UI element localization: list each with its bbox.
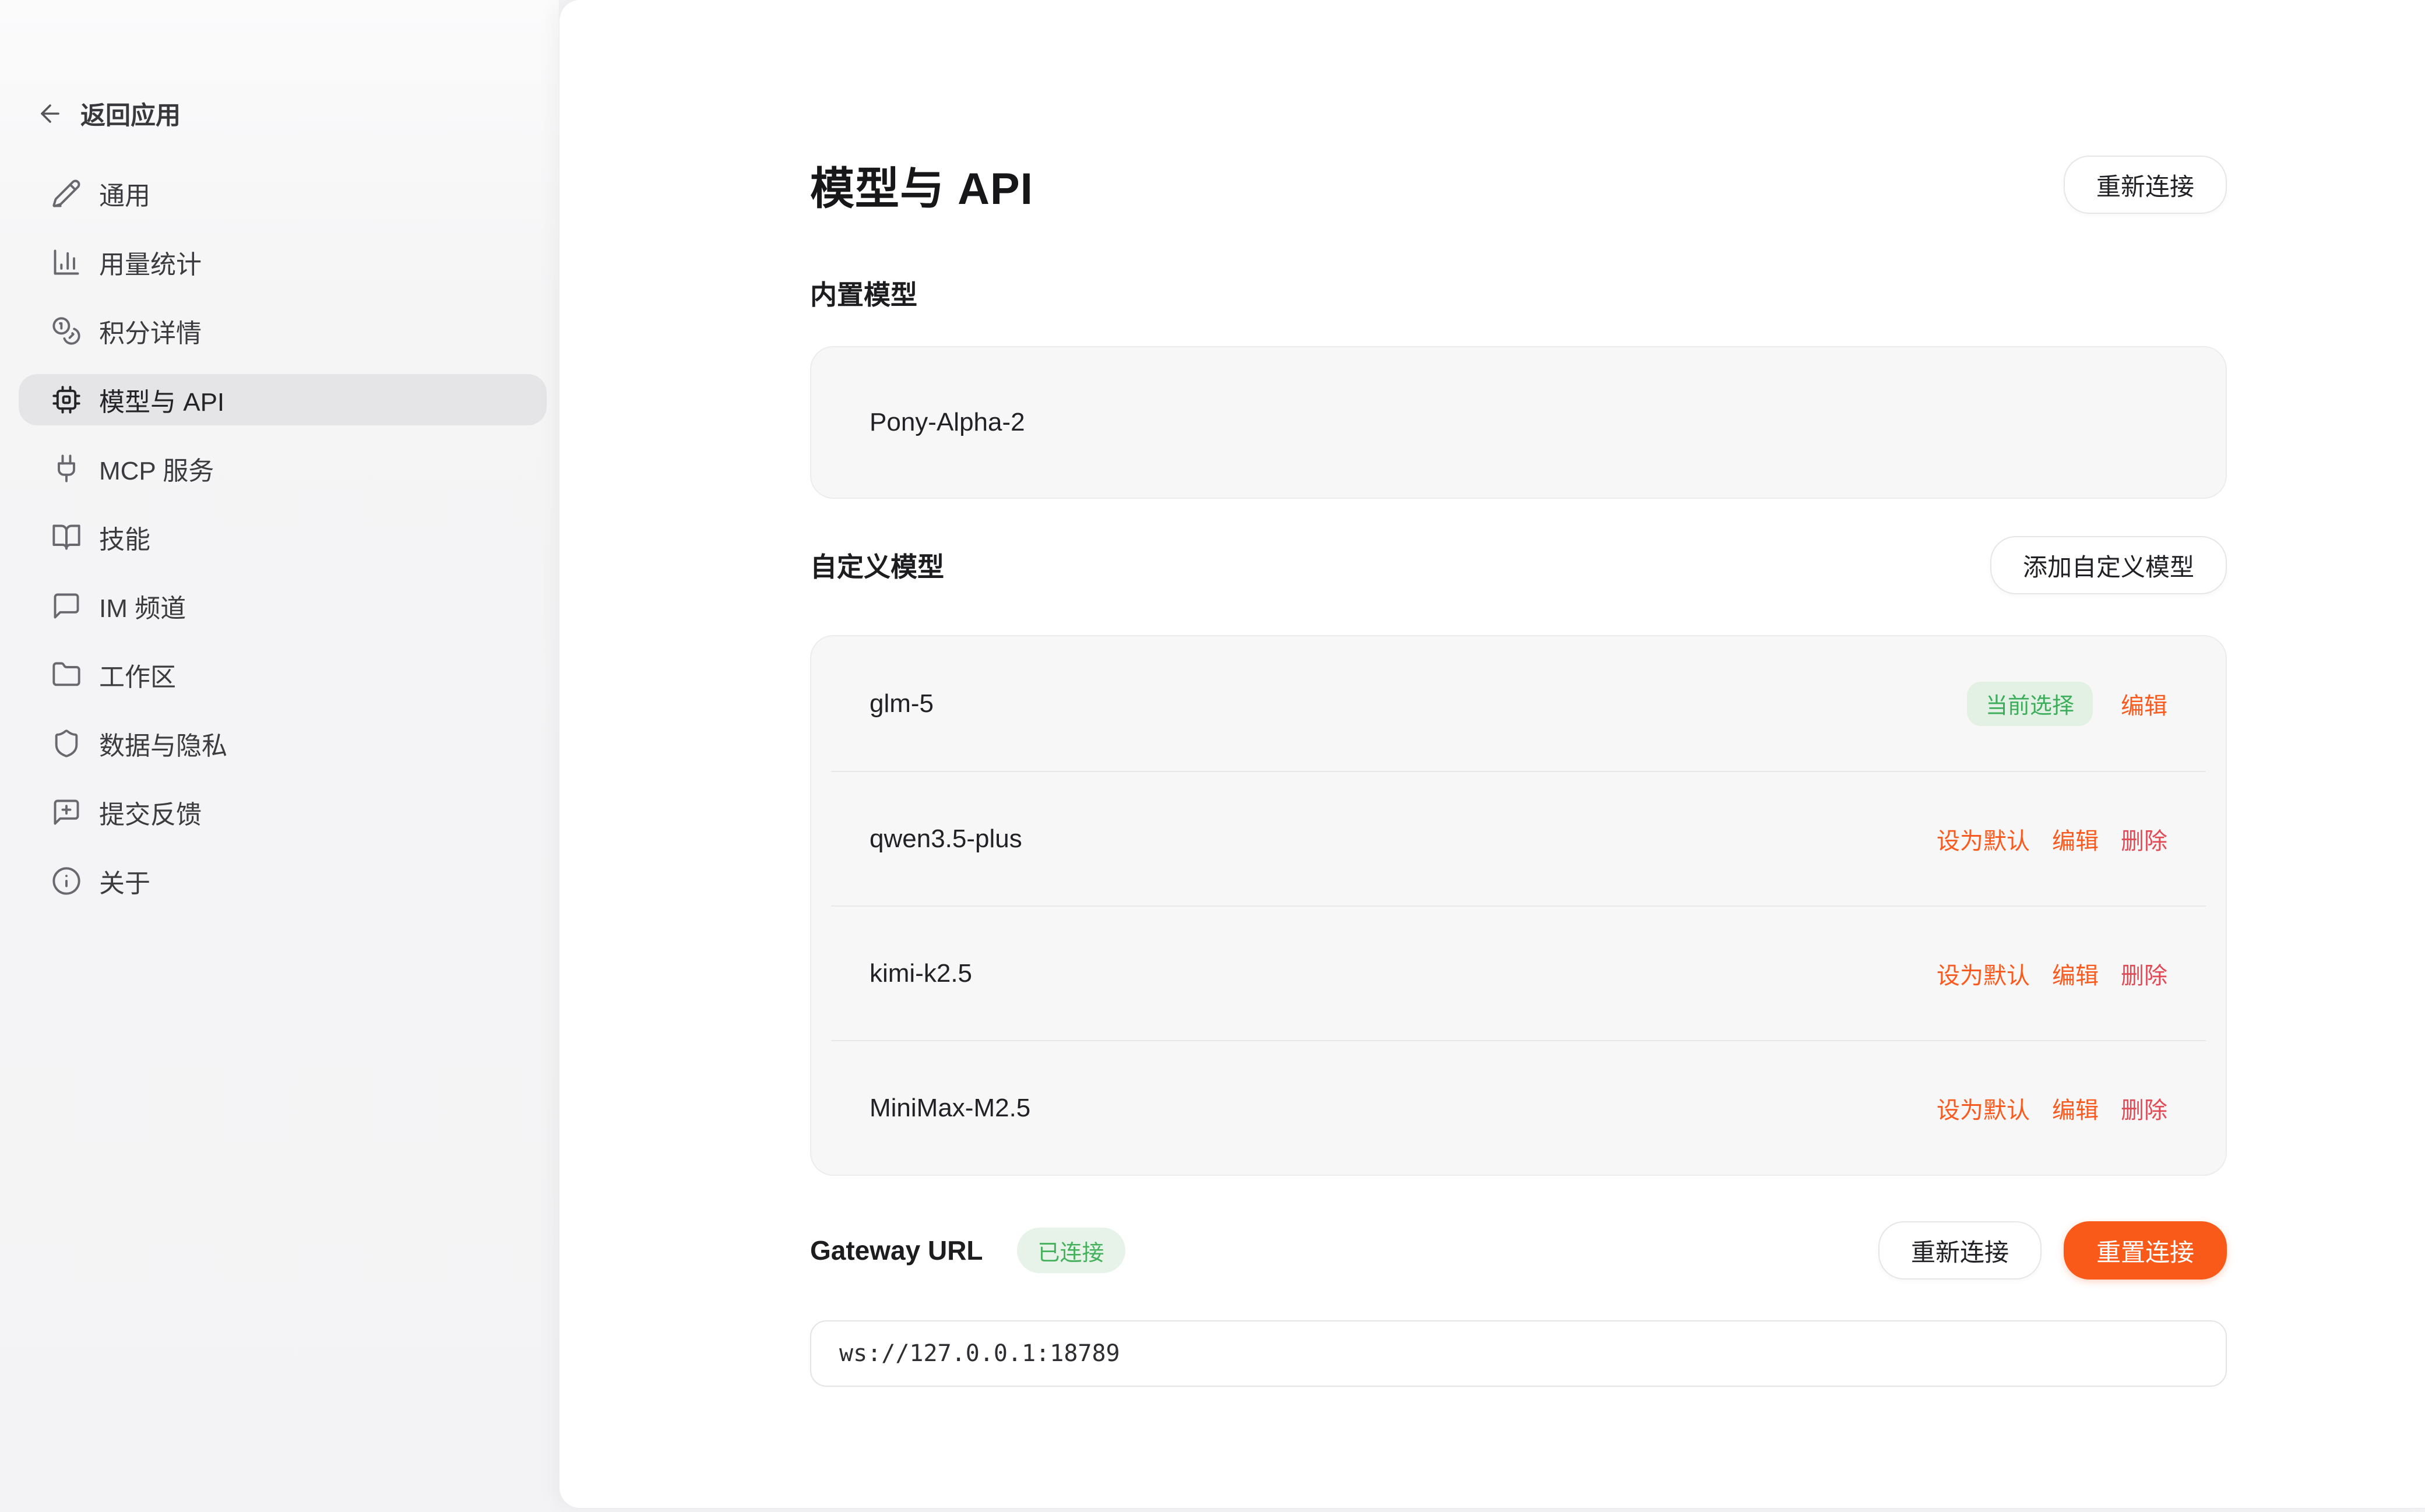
custom-model-row: qwen3.5-plus 设为默认编辑删除 bbox=[831, 771, 2206, 905]
sidebar-item-label: 关于 bbox=[99, 862, 150, 900]
delete-link[interactable]: 删除 bbox=[2121, 822, 2167, 856]
gateway-url-input[interactable]: ws://127.0.0.1:18789 bbox=[810, 1320, 2227, 1387]
sidebar-item-label: 提交反馈 bbox=[99, 794, 202, 831]
bar-chart-icon bbox=[51, 247, 82, 277]
custom-model-actions: 当前选择编辑 bbox=[1967, 682, 2167, 726]
builtin-model-card: Pony-Alpha-2 bbox=[810, 346, 2227, 499]
gateway-label-group: Gateway URL 已连接 bbox=[810, 1228, 1125, 1273]
gateway-section: Gateway URL 已连接 重新连接 重置连接 bbox=[810, 1221, 2227, 1280]
custom-model-name: kimi-k2.5 bbox=[870, 959, 972, 988]
message-square-icon bbox=[51, 591, 82, 621]
shield-icon bbox=[51, 728, 82, 759]
gateway-reconnect-button[interactable]: 重新连接 bbox=[1878, 1221, 2042, 1280]
action-link[interactable]: 编辑 bbox=[2052, 1091, 2099, 1125]
action-link[interactable]: 编辑 bbox=[2052, 822, 2099, 856]
custom-model-actions: 设为默认编辑删除 bbox=[1937, 957, 2167, 991]
action-link[interactable]: 设为默认 bbox=[1937, 822, 2030, 856]
sidebar-item-label: 通用 bbox=[99, 175, 150, 212]
custom-model-name: glm-5 bbox=[870, 689, 934, 718]
back-to-app-button[interactable]: 返回应用 bbox=[36, 87, 559, 140]
action-link[interactable]: 设为默认 bbox=[1937, 957, 2030, 991]
custom-model-name: MiniMax-M2.5 bbox=[870, 1094, 1030, 1123]
folder-icon bbox=[51, 660, 82, 690]
sidebar-item-6[interactable]: IM 频道 bbox=[19, 580, 547, 632]
sidebar-item-0[interactable]: 通用 bbox=[19, 168, 547, 219]
cpu-chip-icon bbox=[51, 385, 82, 415]
gateway-url-label: Gateway URL bbox=[810, 1235, 983, 1266]
page-title: 模型与 API bbox=[810, 153, 1033, 217]
action-link[interactable]: 编辑 bbox=[2121, 687, 2167, 721]
builtin-models-label: 内置模型 bbox=[810, 274, 2227, 312]
pencil-icon bbox=[51, 178, 82, 209]
gateway-url-value: ws://127.0.0.1:18789 bbox=[839, 1340, 1120, 1367]
sidebar-item-label: 模型与 API bbox=[99, 381, 224, 418]
message-square-plus-icon bbox=[51, 797, 82, 827]
sidebar-item-9[interactable]: 提交反馈 bbox=[19, 787, 547, 838]
arrow-left-icon bbox=[36, 100, 64, 128]
sidebar-item-label: 数据与隐私 bbox=[99, 725, 227, 762]
sidebar-nav: 通用用量统计积分详情模型与 API MCP 服务技能 IM 频道工作区数据与隐私提交… bbox=[0, 168, 559, 907]
custom-model-list: glm-5当前选择编辑qwen3.5-plus设为默认编辑删除kimi-k2.5… bbox=[810, 635, 2227, 1176]
gateway-reset-button[interactable]: 重置连接 bbox=[2064, 1221, 2227, 1280]
custom-model-actions: 设为默认编辑删除 bbox=[1937, 1091, 2167, 1125]
info-icon bbox=[51, 866, 82, 896]
custom-model-row: kimi-k2.5 设为默认编辑删除 bbox=[831, 905, 2206, 1040]
connected-status-badge: 已连接 bbox=[1017, 1228, 1125, 1273]
sidebar-item-5[interactable]: 技能 bbox=[19, 512, 547, 563]
plug-icon bbox=[51, 453, 82, 484]
custom-models-label: 自定义模型 bbox=[810, 546, 944, 584]
sidebar-item-3[interactable]: 模型与 API bbox=[19, 374, 547, 425]
page-header: 模型与 API 重新连接 bbox=[810, 153, 2227, 217]
custom-models-header: 自定义模型 添加自定义模型 bbox=[810, 536, 2227, 594]
settings-window: 返回应用 通用用量统计积分详情模型与 APIMCP 服务技能IM 频道工作区数据… bbox=[0, 0, 2425, 1512]
custom-model-actions: 设为默认编辑删除 bbox=[1937, 822, 2167, 856]
custom-model-name: qwen3.5-plus bbox=[870, 824, 1022, 854]
sidebar-item-8[interactable]: 数据与隐私 bbox=[19, 718, 547, 769]
settings-panel: 模型与 API 重新连接 内置模型 Pony-Alpha-2 自定义模型 添加自… bbox=[559, 0, 2425, 1509]
sidebar-item-label: 积分详情 bbox=[99, 312, 202, 350]
sidebar-item-10[interactable]: 关于 bbox=[19, 855, 547, 907]
back-to-app-label: 返回应用 bbox=[80, 96, 181, 132]
sidebar-item-label: 技能 bbox=[99, 519, 150, 556]
book-open-icon bbox=[51, 522, 82, 552]
add-custom-model-button[interactable]: 添加自定义模型 bbox=[1990, 536, 2227, 594]
sidebar: 返回应用 通用用量统计积分详情模型与 API MCP 服务技能 IM 频道工作区数据… bbox=[0, 0, 559, 1512]
sidebar-item-4[interactable]: MCP 服务 bbox=[19, 443, 547, 494]
sidebar-item-1[interactable]: 用量统计 bbox=[19, 237, 547, 288]
builtin-model-name: Pony-Alpha-2 bbox=[870, 408, 1025, 437]
custom-model-row: glm-5 当前选择编辑 bbox=[831, 636, 2206, 771]
current-selection-badge: 当前选择 bbox=[1967, 682, 2093, 726]
delete-link[interactable]: 删除 bbox=[2121, 957, 2167, 991]
sidebar-item-label: IM 频道 bbox=[99, 587, 186, 625]
sidebar-item-7[interactable]: 工作区 bbox=[19, 649, 547, 700]
reconnect-button-top[interactable]: 重新连接 bbox=[2064, 156, 2227, 214]
sidebar-item-label: 用量统计 bbox=[99, 244, 202, 281]
coins-icon bbox=[51, 316, 82, 346]
custom-model-row: MiniMax-M2.5 设为默认编辑删除 bbox=[831, 1040, 2206, 1175]
sidebar-item-label: 工作区 bbox=[99, 656, 176, 693]
sidebar-item-2[interactable]: 积分详情 bbox=[19, 305, 547, 357]
action-link[interactable]: 编辑 bbox=[2052, 957, 2099, 991]
gateway-buttons: 重新连接 重置连接 bbox=[1878, 1221, 2227, 1280]
sidebar-item-label: MCP 服务 bbox=[99, 450, 214, 487]
delete-link[interactable]: 删除 bbox=[2121, 1091, 2167, 1125]
action-link[interactable]: 设为默认 bbox=[1937, 1091, 2030, 1125]
